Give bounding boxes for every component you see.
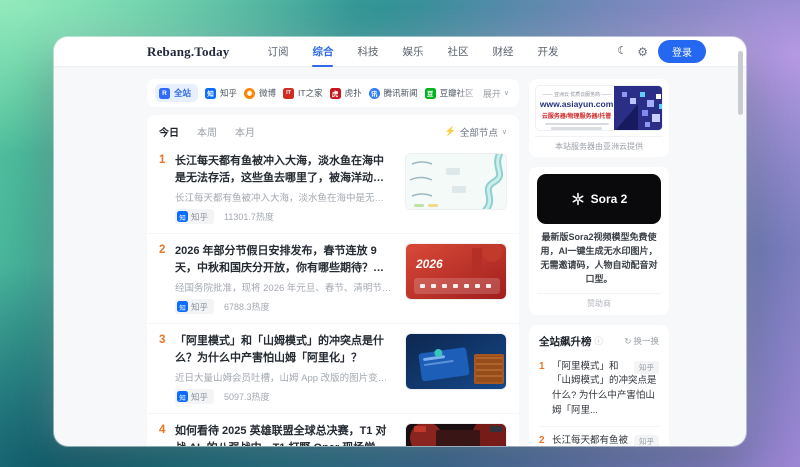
news-item-4[interactable]: 4 如何看待 2025 英雄联盟全球总决赛，T1 对战 AL 的八强战中，T1 … bbox=[147, 413, 519, 446]
nav-item-entertainment[interactable]: 娱乐 bbox=[390, 37, 435, 67]
ad-fineprint bbox=[544, 122, 609, 130]
source-tab-zhihu[interactable]: 知知乎 bbox=[205, 87, 237, 99]
period-tabs-row: 今日 本周 本月 ⚡ 全部节点 ∨ bbox=[147, 115, 519, 144]
dark-mode-moon-icon[interactable]: ☾ bbox=[617, 46, 627, 57]
site-header: Rebang.Today 订阅 综合 科技 娱乐 社区 财经 开发 ☾ ⚙ 登录 bbox=[54, 37, 746, 67]
rank-number: 4 bbox=[159, 424, 166, 436]
weibo-icon: ◉ bbox=[244, 87, 256, 99]
sora-banner[interactable]: Sora 2 bbox=[537, 174, 661, 224]
ad-domain: www.asiayun.com bbox=[539, 99, 614, 109]
tencent-news-icon: 讯 bbox=[368, 87, 380, 99]
news-item-1[interactable]: 1 长江每天都有鱼被冲入大海，淡水鱼在海中是无法存活，这些鱼去哪里了，被海洋动物… bbox=[147, 144, 519, 233]
news-title[interactable]: 「阿里模式」和「山姆模式」的冲突点是什么？为什么中产害怕山姆「阿里化」？ bbox=[175, 333, 393, 366]
source-badge: 知乎 bbox=[634, 360, 659, 375]
rising-list-title: 全站飙升榜 bbox=[539, 335, 592, 348]
browser-window: Rebang.Today 订阅 综合 科技 娱乐 社区 财经 开发 ☾ ⚙ 登录… bbox=[54, 37, 746, 446]
ad-caption: 本站服务器由亚洲云提供 bbox=[535, 136, 663, 152]
rank-number: 1 bbox=[539, 360, 545, 372]
news-list-card: 今日 本周 本月 ⚡ 全部节点 ∨ 1 长江每天都有鱼被冲入大海，淡水鱼在海中是… bbox=[147, 115, 519, 446]
ad-card: —— 亚洲云 优质云服务商 —— www.asiayun.com 云服务器/物理… bbox=[529, 79, 669, 157]
sora-ad-text[interactable]: 最新版Sora2视频模型免费使用，AI一键生成无水印图片，无需邀请码，人物自动配… bbox=[537, 231, 661, 287]
node-filter-dropdown[interactable]: ⚡ 全部节点 ∨ bbox=[445, 125, 507, 139]
heat-count: 5097.3热度 bbox=[224, 392, 270, 402]
ad-services: 云服务器/物理服务器/托管 bbox=[541, 113, 612, 120]
ad-illustration bbox=[614, 86, 662, 130]
source-badge-zhihu[interactable]: 知知乎 bbox=[175, 299, 215, 314]
sponsor-label: 赞助商 bbox=[537, 292, 661, 309]
heat-count: 11301.7热度 bbox=[224, 212, 274, 222]
sidebar: —— 亚洲云 优质云服务商 —— www.asiayun.com 云服务器/物理… bbox=[529, 79, 669, 446]
period-tab-week[interactable]: 本周 bbox=[197, 124, 217, 139]
nav-item-community[interactable]: 社区 bbox=[435, 37, 480, 67]
douban-icon: 豆 bbox=[424, 87, 436, 99]
scrollbar-thumb[interactable] bbox=[738, 51, 743, 115]
page-content: R全站 知知乎 ◉微博 ITIT之家 虎虎扑 讯腾讯新闻 豆豆瓣社区 嗅虎嗅 少… bbox=[54, 67, 746, 446]
news-item-3[interactable]: 3 「阿里模式」和「山姆模式」的冲突点是什么？为什么中产害怕山姆「阿里化」？ 近… bbox=[147, 323, 519, 413]
settings-gear-icon[interactable]: ⚙ bbox=[637, 46, 648, 58]
rank-number: 2 bbox=[539, 434, 545, 446]
zhihu-icon: 知 bbox=[177, 301, 188, 312]
chevron-down-icon: ∨ bbox=[503, 90, 509, 97]
nav-item-finance[interactable]: 财经 bbox=[480, 37, 525, 67]
news-desc: 经国务院批准，现将 2026 年元旦、春节、清明节、劳动节、端午节、中秋节和国庆… bbox=[175, 283, 393, 294]
chevron-down-icon: ∨ bbox=[501, 128, 507, 136]
sora-title: Sora 2 bbox=[590, 192, 628, 206]
login-button[interactable]: 登录 bbox=[658, 40, 706, 63]
source-tab-tencent-news[interactable]: 讯腾讯新闻 bbox=[368, 87, 418, 99]
source-tabbar: R全站 知知乎 ◉微博 ITIT之家 虎虎扑 讯腾讯新闻 豆豆瓣社区 嗅虎嗅 少… bbox=[147, 79, 519, 107]
rebang-all-icon: R bbox=[159, 87, 170, 99]
hupu-icon: 虎 bbox=[329, 87, 341, 99]
source-tab-weibo[interactable]: ◉ 微博 bbox=[244, 87, 276, 99]
asiayun-ad-banner[interactable]: —— 亚洲云 优质云服务商 —— www.asiayun.com 云服务器/物理… bbox=[535, 85, 663, 131]
expand-tabs-button[interactable]: 展开 ∨ bbox=[456, 79, 519, 107]
nav-item-tech[interactable]: 科技 bbox=[345, 37, 390, 67]
thumbnail-2026-calendar[interactable]: 2026 bbox=[405, 243, 507, 300]
source-badge-zhihu[interactable]: 知知乎 bbox=[175, 209, 215, 224]
sora-ad-card: Sora 2 最新版Sora2视频模型免费使用，AI一键生成无水印图片，无需邀请… bbox=[529, 167, 669, 315]
heat-count: 6788.3热度 bbox=[224, 302, 270, 312]
svg-text:2026: 2026 bbox=[415, 257, 443, 271]
period-tab-today[interactable]: 今日 bbox=[159, 124, 179, 139]
nav-item-dev[interactable]: 开发 bbox=[525, 37, 570, 67]
source-tab-all[interactable]: R 全站 bbox=[155, 84, 199, 102]
news-title[interactable]: 如何看待 2025 英雄联盟全球总决赛，T1 对战 AL 的八强战中，T1 打野… bbox=[175, 423, 393, 446]
news-title[interactable]: 2026 年部分节假日安排发布，春节连放 9 天，中秋和国庆分开放，你有哪些期待… bbox=[175, 243, 393, 276]
news-title[interactable]: 长江每天都有鱼被冲入大海，淡水鱼在海中是无法存活，这些鱼去哪里了，被海洋动物吃了… bbox=[175, 153, 393, 186]
rank-number: 2 bbox=[159, 244, 166, 256]
ad-tagline: —— 亚洲云 优质云服务商 —— bbox=[542, 92, 611, 98]
news-desc: 长江每天都有鱼被冲入大海，淡水鱼在海中是无法生存 bbox=[175, 193, 393, 204]
rank-number: 1 bbox=[159, 154, 166, 166]
thumbnail-sam-membership-card[interactable] bbox=[405, 333, 507, 390]
desktop-background: Rebang.Today 订阅 综合 科技 娱乐 社区 财经 开发 ☾ ⚙ 登录… bbox=[0, 0, 800, 467]
rank-number: 3 bbox=[159, 334, 166, 346]
header-actions: ☾ ⚙ 登录 bbox=[617, 40, 706, 63]
source-badge: 知乎 bbox=[634, 434, 659, 446]
rising-list-card: 全站飙升榜 ⓘ ↻ 换一换 1 知乎 「阿里模式」和「山姆模式」的冲突点是什么? … bbox=[529, 324, 669, 446]
source-tab-hupu[interactable]: 虎虎扑 bbox=[329, 87, 362, 99]
openai-logo-icon bbox=[572, 192, 584, 206]
zhihu-icon: 知 bbox=[177, 211, 188, 222]
rising-item-1[interactable]: 1 知乎 「阿里模式」和「山姆模式」的冲突点是什么? 为什么中产害怕山姆「阿里..… bbox=[539, 353, 659, 426]
source-tab-ithome[interactable]: IT IT之家 bbox=[283, 87, 323, 99]
refresh-button[interactable]: ↻ 换一换 bbox=[624, 335, 659, 347]
lightning-icon: ⚡ bbox=[444, 126, 456, 136]
info-icon[interactable]: ⓘ bbox=[595, 335, 604, 347]
period-tab-month[interactable]: 本月 bbox=[235, 124, 255, 139]
ithome-icon: IT bbox=[283, 87, 295, 99]
news-item-2[interactable]: 2 2026 年部分节假日安排发布，春节连放 9 天，中秋和国庆分开放，你有哪些… bbox=[147, 233, 519, 323]
source-badge-zhihu[interactable]: 知知乎 bbox=[175, 389, 215, 404]
zhihu-icon: 知 bbox=[177, 391, 188, 402]
thumbnail-river-map[interactable] bbox=[405, 153, 507, 210]
rising-item-2[interactable]: 2 知乎长江每天都有鱼被冲入大海，淡水鱼在海中是无法存活，这些鱼去哪里了，被海.… bbox=[539, 425, 659, 446]
news-desc: 近日大量山姆会员吐槽，山姆 App 改版的图片变成成品图等问题，并认为产品加了.… bbox=[175, 373, 393, 384]
thumbnail-esports-stage[interactable] bbox=[405, 423, 507, 446]
zhihu-icon: 知 bbox=[205, 87, 217, 99]
nav-item-general[interactable]: 综合 bbox=[300, 37, 345, 67]
site-logo[interactable]: Rebang.Today bbox=[147, 44, 229, 60]
main-nav: 订阅 综合 科技 娱乐 社区 财经 开发 bbox=[255, 37, 570, 67]
nav-item-subscribe[interactable]: 订阅 bbox=[255, 37, 300, 67]
refresh-icon: ↻ bbox=[624, 335, 632, 346]
